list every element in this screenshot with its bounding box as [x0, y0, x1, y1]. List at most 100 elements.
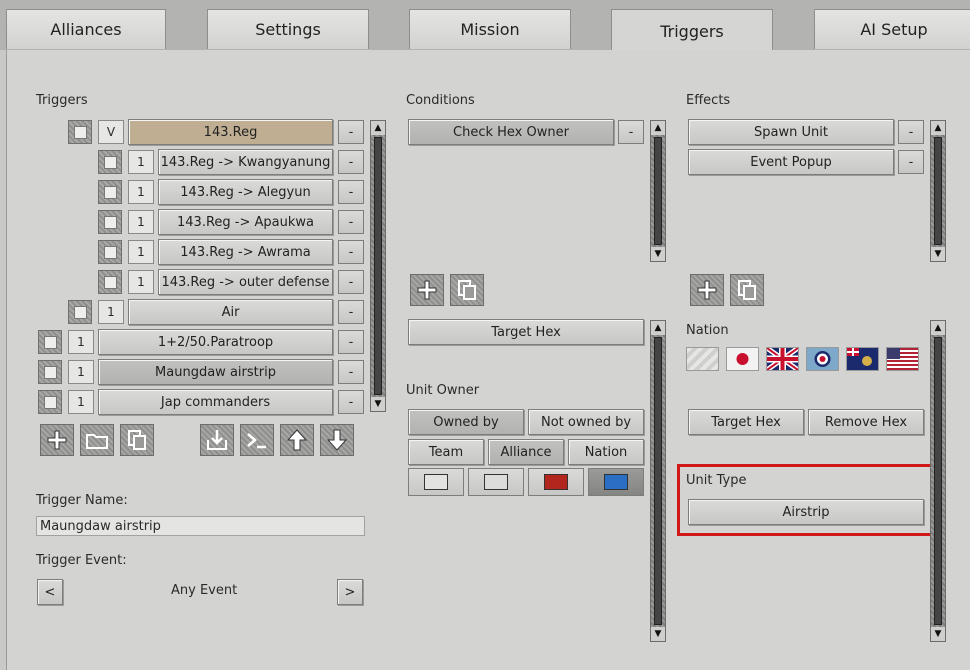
trigger-name-input[interactable]: Maungdaw airstrip: [36, 516, 365, 536]
trigger-remove-button[interactable]: -: [338, 270, 364, 294]
trigger-item[interactable]: 143.Reg -> Alegyun: [158, 179, 333, 205]
trigger-checkbox[interactable]: [98, 150, 122, 174]
trigger-remove-button[interactable]: -: [338, 150, 364, 174]
trigger-count[interactable]: 1: [128, 240, 154, 264]
color-swatch-white[interactable]: [408, 468, 464, 496]
nation-button[interactable]: Nation: [568, 439, 644, 465]
scroll-down-icon[interactable]: ▼: [931, 627, 945, 641]
flag-raf-icon[interactable]: [806, 347, 839, 371]
effect-remove-button[interactable]: -: [898, 120, 924, 144]
scroll-up-icon[interactable]: ▲: [371, 121, 385, 135]
add-effect-button[interactable]: [690, 274, 724, 306]
add-trigger-button[interactable]: [40, 424, 74, 456]
scroll-down-icon[interactable]: ▼: [371, 397, 385, 411]
flag-uk-icon[interactable]: [765, 345, 800, 373]
trigger-item[interactable]: Air: [128, 299, 333, 325]
tab-settings[interactable]: Settings: [207, 9, 369, 49]
scroll-up-icon[interactable]: ▲: [651, 121, 665, 135]
trigger-item-selected[interactable]: Maungdaw airstrip: [98, 359, 333, 385]
copy-effect-button[interactable]: [730, 274, 764, 306]
conditions-scrollbar[interactable]: ▲ ▼: [650, 120, 666, 262]
event-next-button[interactable]: >: [337, 579, 363, 605]
trigger-remove-button[interactable]: -: [338, 210, 364, 234]
remove-hex-button[interactable]: Remove Hex: [808, 409, 924, 435]
scroll-up-icon[interactable]: ▲: [651, 321, 665, 335]
tab-triggers[interactable]: Triggers: [611, 9, 773, 52]
scroll-up-icon[interactable]: ▲: [931, 321, 945, 335]
trigger-item[interactable]: 143.Reg -> Kwangyanung: [158, 149, 333, 175]
alliance-button[interactable]: Alliance: [488, 439, 564, 465]
trigger-item[interactable]: 143.Reg -> Awrama: [158, 239, 333, 265]
trigger-checkbox[interactable]: [38, 360, 62, 384]
not-owned-by-button[interactable]: Not owned by: [528, 409, 644, 435]
add-condition-button[interactable]: [410, 274, 444, 306]
owned-by-button[interactable]: Owned by: [408, 409, 524, 435]
trigger-count[interactable]: 1: [128, 270, 154, 294]
trigger-remove-button[interactable]: -: [338, 240, 364, 264]
trigger-item[interactable]: 143.Reg -> outer defense: [158, 269, 333, 295]
trigger-checkbox[interactable]: [98, 240, 122, 264]
trigger-count[interactable]: 1: [128, 210, 154, 234]
color-swatch-blue[interactable]: [588, 468, 644, 496]
triggers-scrollbar[interactable]: ▲ ▼: [370, 120, 386, 412]
trigger-remove-button[interactable]: -: [338, 120, 364, 144]
flag-neutral-icon[interactable]: [686, 347, 719, 371]
trigger-count[interactable]: 1: [68, 390, 94, 414]
effect-target-hex-button[interactable]: Target Hex: [688, 409, 804, 435]
add-folder-button[interactable]: [80, 424, 114, 456]
scroll-down-icon[interactable]: ▼: [931, 247, 945, 261]
trigger-checkbox[interactable]: [38, 390, 62, 414]
move-up-button[interactable]: [280, 424, 314, 456]
scroll-down-icon[interactable]: ▼: [651, 627, 665, 641]
scroll-thumb[interactable]: [374, 137, 382, 395]
scroll-thumb[interactable]: [654, 137, 662, 245]
trigger-count[interactable]: 1: [98, 300, 124, 324]
team-button[interactable]: Team: [408, 439, 484, 465]
condition-item-check-hex-owner[interactable]: Check Hex Owner: [408, 119, 614, 145]
trigger-item-143-reg[interactable]: 143.Reg: [128, 119, 333, 145]
trigger-remove-button[interactable]: -: [338, 180, 364, 204]
tab-ai-setup[interactable]: AI Setup: [814, 9, 970, 49]
flag-usa-icon[interactable]: [886, 347, 919, 371]
trigger-checkbox[interactable]: [98, 270, 122, 294]
copy-condition-button[interactable]: [450, 274, 484, 306]
copy-trigger-button[interactable]: [120, 424, 154, 456]
trigger-item[interactable]: 143.Reg -> Apaukwa: [158, 209, 333, 235]
effect-item-spawn-unit[interactable]: Spawn Unit: [688, 119, 894, 145]
trigger-checkbox[interactable]: [68, 120, 92, 144]
trigger-item[interactable]: 1+2/50.Paratroop: [98, 329, 333, 355]
event-prev-button[interactable]: <: [37, 579, 63, 605]
tab-mission[interactable]: Mission: [409, 9, 571, 49]
condition-remove-button[interactable]: -: [618, 120, 644, 144]
scroll-thumb[interactable]: [654, 337, 662, 625]
color-swatch-red[interactable]: [528, 468, 584, 496]
trigger-checkbox[interactable]: [98, 210, 122, 234]
trigger-checkbox[interactable]: [68, 300, 92, 324]
flag-japan-icon[interactable]: [726, 347, 759, 371]
trigger-checkbox[interactable]: [98, 180, 122, 204]
trigger-count[interactable]: 1: [68, 360, 94, 384]
color-swatch-light-gray[interactable]: [468, 468, 524, 496]
unit-type-selector[interactable]: Airstrip: [688, 499, 924, 525]
scroll-thumb[interactable]: [934, 337, 942, 625]
condition-target-hex-button[interactable]: Target Hex: [408, 319, 644, 345]
flag-commonwealth-icon[interactable]: [846, 347, 879, 371]
trigger-remove-button[interactable]: -: [338, 390, 364, 414]
trigger-v-toggle[interactable]: V: [98, 120, 124, 144]
trigger-count[interactable]: 1: [68, 330, 94, 354]
import-trigger-button[interactable]: [200, 424, 234, 456]
trigger-remove-button[interactable]: -: [338, 300, 364, 324]
trigger-remove-button[interactable]: -: [338, 330, 364, 354]
scroll-thumb[interactable]: [934, 137, 942, 245]
effect-details-scrollbar[interactable]: ▲ ▼: [930, 320, 946, 642]
effect-remove-button[interactable]: -: [898, 150, 924, 174]
trigger-count[interactable]: 1: [128, 180, 154, 204]
trigger-checkbox[interactable]: [38, 330, 62, 354]
condition-details-scrollbar[interactable]: ▲ ▼: [650, 320, 666, 642]
trigger-item[interactable]: Jap commanders: [98, 389, 333, 415]
script-trigger-button[interactable]: [240, 424, 274, 456]
trigger-remove-button[interactable]: -: [338, 360, 364, 384]
trigger-count[interactable]: 1: [128, 150, 154, 174]
scroll-down-icon[interactable]: ▼: [651, 247, 665, 261]
tab-alliances[interactable]: Alliances: [6, 9, 166, 49]
